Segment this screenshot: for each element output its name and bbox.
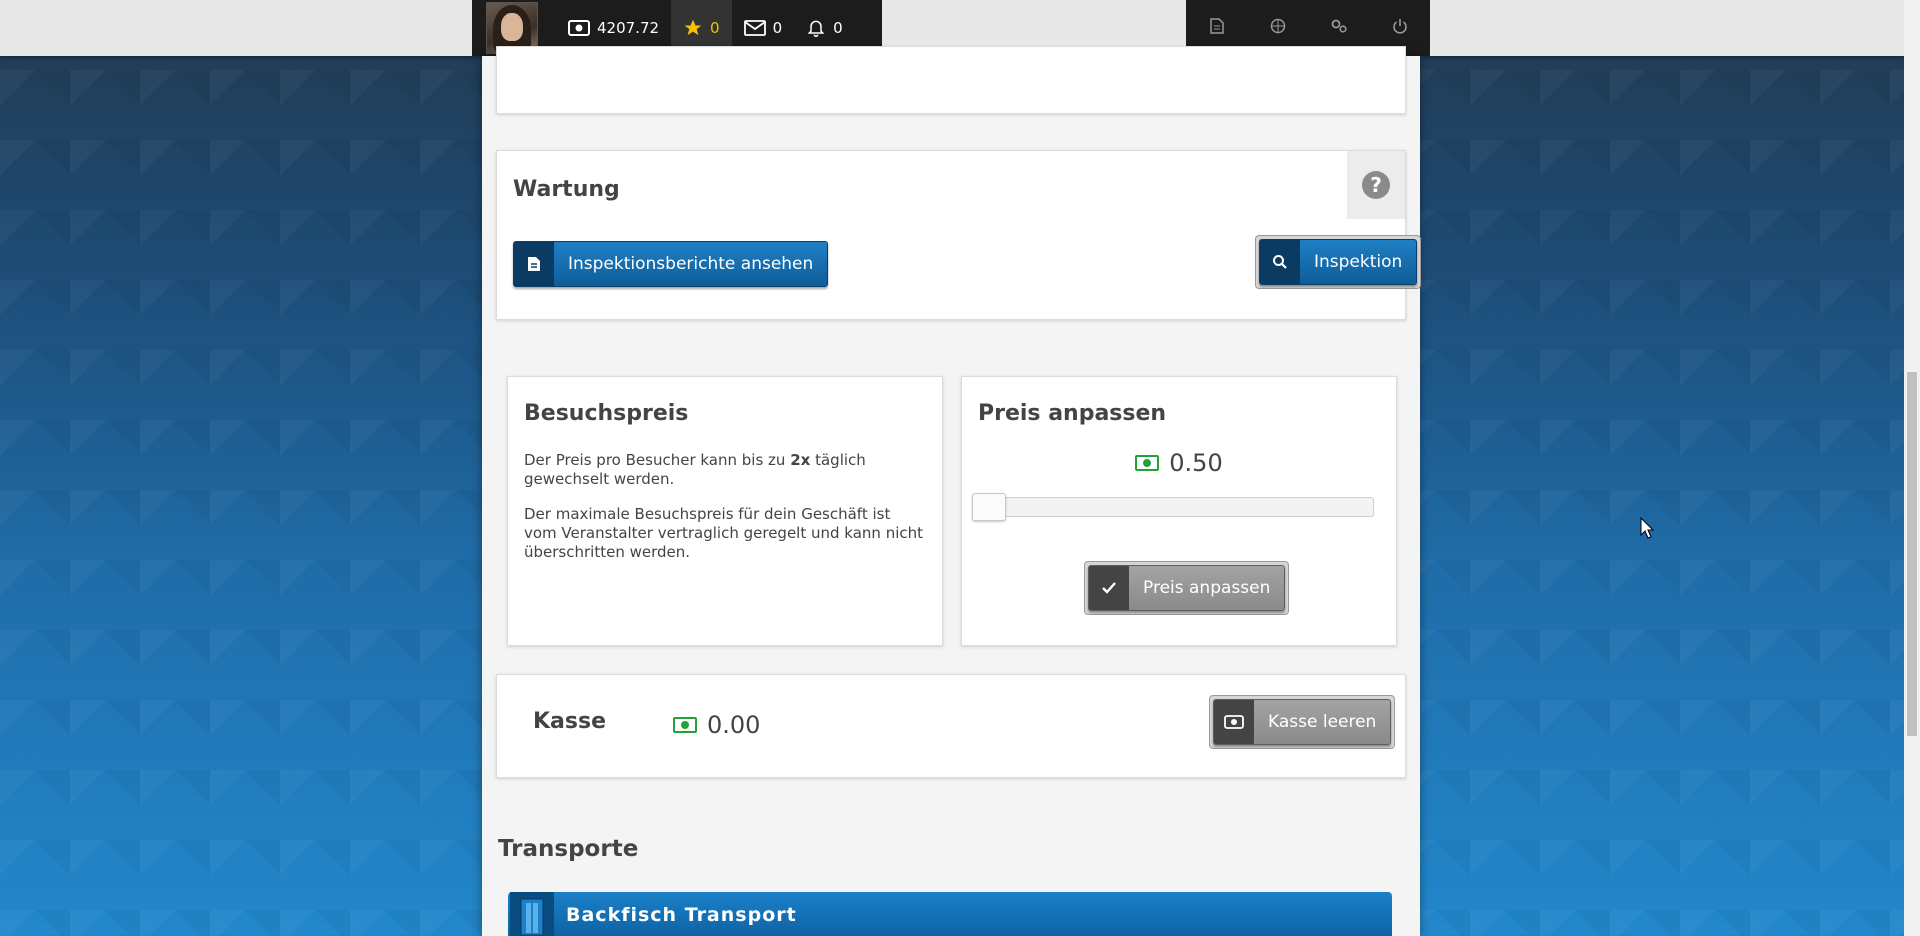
inspect-button[interactable]: Inspektion <box>1259 239 1418 285</box>
scrollbar-thumb[interactable] <box>1907 372 1917 736</box>
transporte-title: Transporte <box>498 836 639 862</box>
envelope-icon <box>743 20 766 36</box>
stars-count: 0 <box>710 19 720 37</box>
money-icon <box>1214 700 1254 744</box>
inspect-label: Inspektion <box>1314 252 1403 272</box>
notifications-count: 0 <box>833 19 843 37</box>
scrollbar[interactable] <box>1904 0 1920 936</box>
wartung-title: Wartung <box>513 177 620 202</box>
besuchspreis-card: Besuchspreis Der Preis pro Besucher kann… <box>507 376 943 646</box>
besuchspreis-text-2: Der maximale Besuchspreis für dein Gesch… <box>524 505 924 561</box>
money-icon <box>673 717 697 733</box>
kasse-display: 0.00 <box>673 711 760 739</box>
transport-item[interactable]: Backfisch Transport <box>508 892 1392 936</box>
empty-register-label: Kasse leeren <box>1268 712 1377 732</box>
wartung-card: Wartung ? Inspektionsberichte ansehen In… <box>496 150 1422 320</box>
besuchspreis-text-1: Der Preis pro Besucher kann bis zu 2x tä… <box>524 451 924 489</box>
empty-register-button-frame: Kasse leeren <box>1209 695 1396 749</box>
money-value: 4207.72 <box>597 19 660 37</box>
adjust-price-button-frame: Preis anpassen <box>1084 561 1290 615</box>
text-bold: 2x <box>790 451 811 469</box>
price-slider-handle[interactable] <box>972 493 1006 521</box>
transport-icon <box>510 892 554 936</box>
text-pre: Der Preis pro Besucher kann bis zu <box>524 451 791 469</box>
besuchspreis-title: Besuchspreis <box>524 401 689 426</box>
price-display: 0.50 <box>962 449 1396 477</box>
preis-anpassen-title: Preis anpassen <box>978 401 1167 426</box>
messages-count: 0 <box>772 19 783 37</box>
help-icon: ? <box>1362 171 1390 199</box>
document-icon <box>514 242 554 286</box>
empty-register-button[interactable]: Kasse leeren <box>1213 699 1392 745</box>
kasse-card: Kasse 0.00 Kasse leeren <box>496 674 1406 778</box>
star-icon <box>683 18 703 38</box>
search-icon <box>1260 240 1300 284</box>
document-icon[interactable] <box>1197 18 1237 38</box>
kasse-title: Kasse <box>533 709 607 734</box>
money-icon <box>1135 455 1160 471</box>
main-column: Wartung ? Inspektionsberichte ansehen In… <box>482 46 1422 936</box>
transport-item-label: Backfisch Transport <box>566 904 797 926</box>
money-icon <box>568 20 590 36</box>
preis-anpassen-card: Preis anpassen 0.50 Preis anpassen <box>961 376 1397 646</box>
price-value: 0.50 <box>1169 449 1223 477</box>
checkmark-icon <box>1089 566 1129 610</box>
globe-icon[interactable] <box>1258 18 1298 38</box>
kasse-value: 0.00 <box>707 711 761 739</box>
power-icon[interactable] <box>1380 18 1420 38</box>
bell-icon <box>806 18 826 38</box>
adjust-price-button[interactable]: Preis anpassen <box>1088 565 1286 611</box>
inspection-reports-button[interactable]: Inspektionsberichte ansehen <box>513 241 829 287</box>
previous-card <box>496 46 1406 114</box>
inspect-button-frame: Inspektion <box>1255 235 1422 289</box>
help-button[interactable]: ? <box>1347 151 1405 219</box>
settings-icon[interactable] <box>1319 18 1359 38</box>
adjust-price-label: Preis anpassen <box>1143 578 1271 598</box>
inspection-reports-label: Inspektionsberichte ansehen <box>568 254 814 274</box>
mouse-cursor-icon <box>1640 516 1655 543</box>
price-slider-track[interactable] <box>974 497 1374 517</box>
